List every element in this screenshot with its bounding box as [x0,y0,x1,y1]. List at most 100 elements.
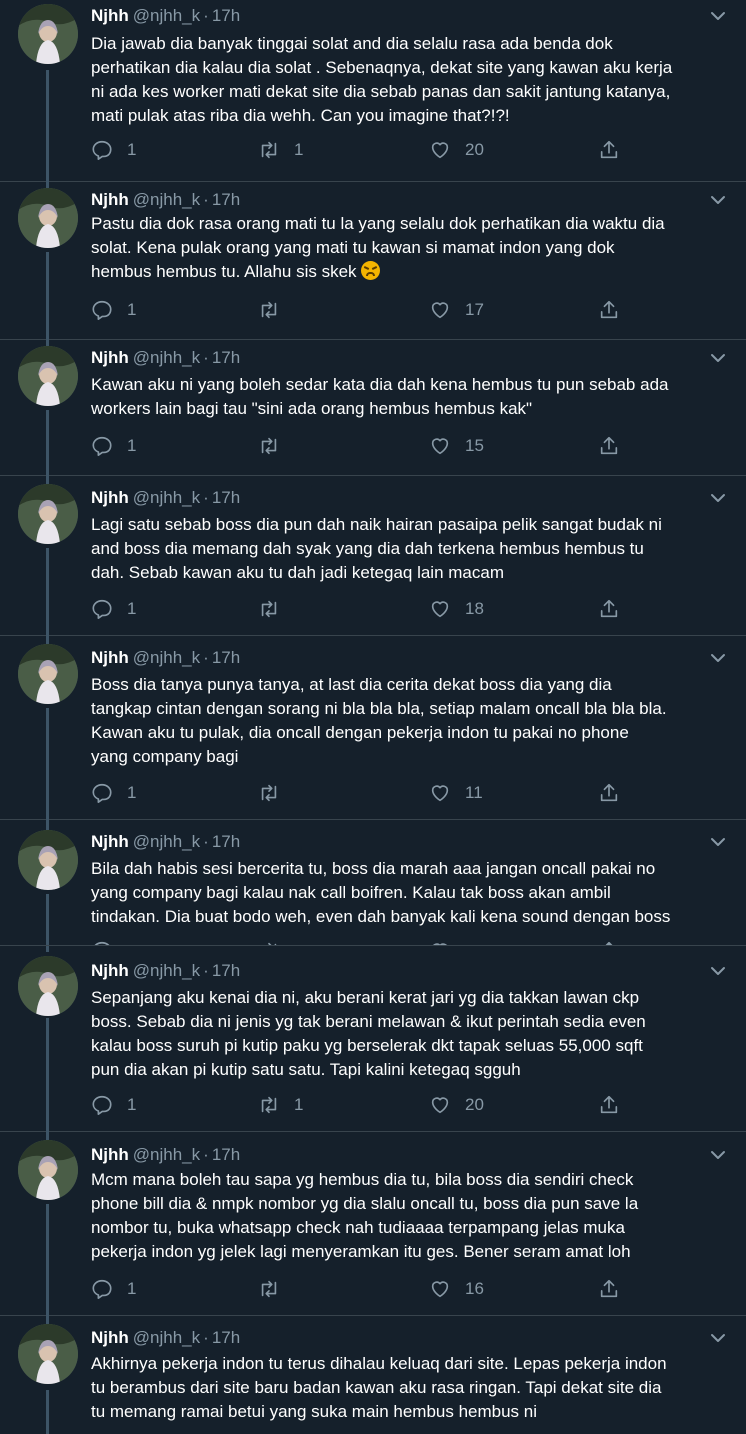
user-name[interactable]: Njhh [91,832,129,851]
user-handle[interactable]: @njhh_k [133,348,200,367]
user-handle[interactable]: @njhh_k [133,1145,200,1164]
tweet[interactable]: Njhh @njhh_k · 17h Boss dia tanya punya tan… [0,636,746,820]
avatar[interactable] [18,830,78,890]
user-handle[interactable]: @njhh_k [133,961,200,980]
reply-button[interactable]: 1 [91,597,136,621]
avatar[interactable] [18,484,78,544]
like-button[interactable]: 17 [429,298,484,322]
user-handle[interactable]: @njhh_k [133,832,200,851]
tweet[interactable]: Njhh @njhh_k · 17h Akhirnya pekerja indon t… [0,1316,746,1434]
chevron-down-icon[interactable] [710,350,726,366]
chevron-down-icon[interactable] [710,834,726,850]
user-name[interactable]: Njhh [91,648,129,667]
share-button[interactable] [598,939,620,945]
like-button[interactable]: 20 [429,1093,484,1117]
user-name[interactable]: Njhh [91,348,129,367]
user-handle[interactable]: @njhh_k [133,6,200,25]
user-handle[interactable]: @njhh_k [133,1328,200,1347]
retweet-button[interactable]: 1 [258,1093,303,1117]
retweet-button[interactable] [258,597,294,621]
avatar[interactable] [18,644,78,704]
retweet-button[interactable] [258,1277,294,1301]
chevron-down-icon[interactable] [710,8,726,24]
chevron-down-icon[interactable] [710,1330,726,1346]
chevron-down-icon[interactable] [710,1147,726,1163]
tweet[interactable]: Njhh @njhh_k · 17h Kawan aku ni yang boleh … [0,340,746,476]
like-button[interactable]: 20 [429,138,484,162]
retweet-icon [258,139,280,161]
tweet[interactable]: Njhh @njhh_k · 17h Pastu dia dok rasa orang… [0,182,746,340]
share-button[interactable] [598,597,620,621]
avatar[interactable] [18,1140,78,1200]
user-name[interactable]: Njhh [91,1328,129,1347]
tweet-text: Boss dia tanya punya tanya, at last dia … [91,675,667,766]
tweet[interactable]: Njhh @njhh_k · 17h Lagi satu sebab boss dia… [0,476,746,636]
chevron-down-icon[interactable] [710,650,726,666]
retweet-button[interactable] [258,434,294,458]
user-handle[interactable]: @njhh_k [133,190,200,209]
retweet-button[interactable] [258,298,294,322]
reply-button[interactable]: 1 [91,781,136,805]
reply-button[interactable]: 1 [91,434,136,458]
timestamp[interactable]: 17h [212,961,240,980]
user-name[interactable]: Njhh [91,1145,129,1164]
avatar[interactable] [18,188,78,248]
user-name[interactable]: Njhh [91,190,129,209]
thread-line [46,708,49,820]
avatar[interactable] [18,1324,78,1384]
share-button[interactable] [598,1277,620,1301]
reply-count: 1 [127,599,137,618]
share-button[interactable] [598,434,620,458]
timestamp[interactable]: 17h [212,648,240,667]
share-icon [598,598,620,620]
share-button[interactable] [598,138,620,162]
tweet-actions: 1 1 20 [91,1093,651,1117]
timestamp[interactable]: 17h [212,488,240,507]
retweet-count: 1 [294,140,304,159]
like-button[interactable]: 16 [429,1277,484,1301]
timestamp[interactable]: 17h [212,190,240,209]
like-button[interactable] [429,939,451,945]
retweet-button[interactable]: 1 [258,138,303,162]
like-button[interactable]: 11 [429,781,483,805]
chevron-down-icon[interactable] [710,490,726,506]
share-button[interactable] [598,781,620,805]
reply-button[interactable]: 1 [91,1093,136,1117]
timestamp[interactable]: 17h [212,6,240,25]
user-handle[interactable]: @njhh_k [133,488,200,507]
timestamp[interactable]: 17h [212,1328,240,1347]
tweet-text: Sepanjang aku kenai dia ni, aku berani k… [91,988,646,1079]
retweet-button[interactable] [258,939,280,945]
chevron-down-icon[interactable] [710,192,726,208]
user-name[interactable]: Njhh [91,961,129,980]
share-button[interactable] [598,1093,620,1117]
thread-line [46,1390,49,1434]
tweet-text: Dia jawab dia banyak tinggai solat and d… [91,34,673,125]
retweet-button[interactable] [258,781,294,805]
user-name[interactable]: Njhh [91,488,129,507]
reply-button[interactable]: 1 [91,298,136,322]
avatar[interactable] [18,346,78,406]
tweet[interactable]: Njhh @njhh_k · 17h Mcm mana boleh tau sapa … [0,1132,746,1316]
tired-face-emoji [361,261,381,280]
like-button[interactable]: 18 [429,597,484,621]
timestamp[interactable]: 17h [212,1145,240,1164]
reply-icon [91,139,113,161]
share-button[interactable] [598,298,620,322]
avatar[interactable] [18,4,78,64]
reply-button[interactable]: 1 [91,1277,136,1301]
tweet[interactable]: Njhh @njhh_k · 17h Sepanjang aku kenai dia … [0,946,746,1132]
reply-button[interactable] [91,939,113,945]
tweet-text: Mcm mana boleh tau sapa yg hembus dia tu… [91,1170,639,1261]
timestamp[interactable]: 17h [212,348,240,367]
chevron-down-icon[interactable] [710,963,726,979]
tweet-text: Akhirnya pekerja indon tu terus dihalau … [91,1354,667,1421]
like-button[interactable]: 15 [429,434,484,458]
user-name[interactable]: Njhh [91,6,129,25]
user-handle[interactable]: @njhh_k [133,648,200,667]
tweet[interactable]: Njhh @njhh_k · 17h Dia jawab dia banyak tin… [0,0,746,182]
timestamp[interactable]: 17h [212,832,240,851]
tweet[interactable]: Njhh @njhh_k · 17h Bila dah habis sesi berc… [0,820,746,946]
avatar[interactable] [18,956,78,1016]
reply-button[interactable]: 1 [91,138,136,162]
